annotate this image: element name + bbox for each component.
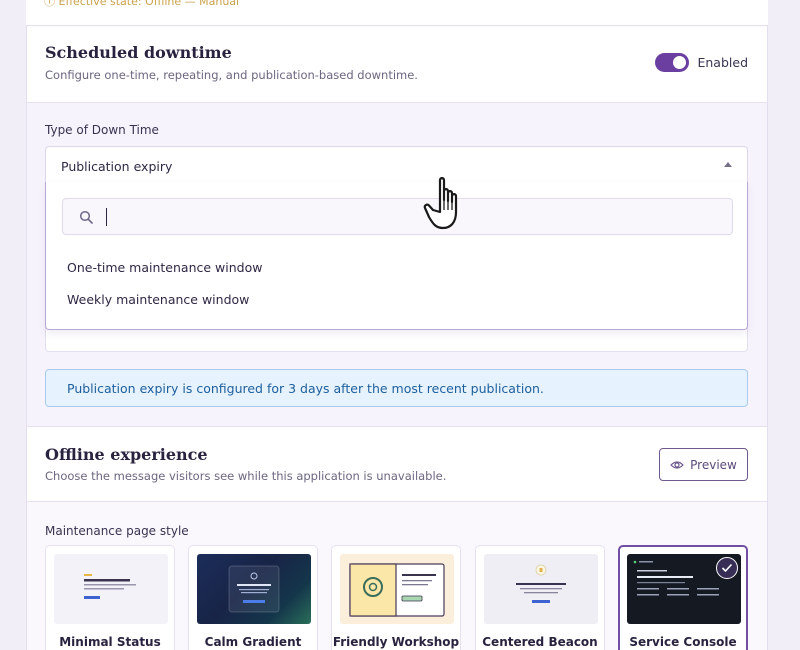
card-name: Centered Beacon (482, 635, 598, 649)
text-cursor (106, 208, 107, 226)
style-card-friendly-workshop[interactable]: Friendly Workshop (331, 545, 461, 650)
style-card-minimal-status[interactable]: Minimal Status (45, 545, 175, 650)
section-subtitle: Choose the message visitors see while th… (45, 469, 447, 483)
card-name: Minimal Status (59, 635, 161, 649)
section-title: Offline experience (45, 445, 208, 464)
downtime-type-dropdown: One-time maintenance window Weekly maint… (45, 182, 748, 330)
selected-check-icon (716, 557, 738, 579)
hand-pointer-icon (423, 177, 458, 230)
toggle-label: Enabled (697, 55, 748, 70)
style-label: Maintenance page style (45, 524, 189, 538)
search-input[interactable] (105, 205, 715, 229)
preview-button[interactable]: Preview (659, 448, 748, 481)
card-name: Calm Gradient (204, 635, 302, 649)
effective-state-bar: ⓘ Effective state: Offline — Manual (26, 0, 768, 26)
info-banner: Publication expiry is configured for 3 d… (45, 369, 748, 407)
downtime-type-select[interactable]: Publication expiry (45, 146, 748, 183)
style-card-service-console[interactable]: Service Console (618, 545, 748, 650)
style-card-calm-gradient[interactable]: Calm Gradient (188, 545, 318, 650)
card-name: Friendly Workshop (332, 635, 460, 649)
card-name: Service Console (629, 635, 737, 649)
style-card-centered-beacon[interactable]: Centered Beacon (475, 545, 605, 650)
eye-icon (670, 460, 684, 469)
type-label: Type of Down Time (45, 123, 159, 137)
selected-value: Publication expiry (61, 159, 173, 174)
search-icon (79, 210, 93, 224)
chevron-up-icon (724, 162, 732, 167)
thumbnail-friendly-workshop (340, 554, 454, 624)
info-banner-text: Publication expiry is configured for 3 d… (67, 381, 544, 396)
offline-experience-header: Offline experience Choose the message vi… (27, 426, 767, 502)
info-circle-icon: ⓘ (44, 0, 55, 8)
thumbnail-calm-gradient (197, 554, 311, 624)
thumbnail-minimal-status (54, 554, 168, 624)
thumbnail-centered-beacon (484, 554, 598, 624)
preview-label: Preview (690, 457, 737, 472)
option-one-time[interactable]: One-time maintenance window (67, 260, 262, 275)
dropdown-search[interactable] (62, 198, 733, 235)
toggle-switch[interactable] (655, 53, 690, 72)
section-title: Scheduled downtime (45, 43, 232, 62)
toggle-knob (673, 56, 687, 69)
section-subtitle: Configure one-time, repeating, and publi… (45, 68, 418, 82)
enabled-toggle[interactable]: Enabled (655, 53, 748, 72)
effective-state-text: ⓘ Effective state: Offline — Manual (44, 0, 239, 9)
option-weekly[interactable]: Weekly maintenance window (67, 292, 249, 307)
scheduled-downtime-header: Scheduled downtime Configure one-time, r… (27, 27, 767, 103)
